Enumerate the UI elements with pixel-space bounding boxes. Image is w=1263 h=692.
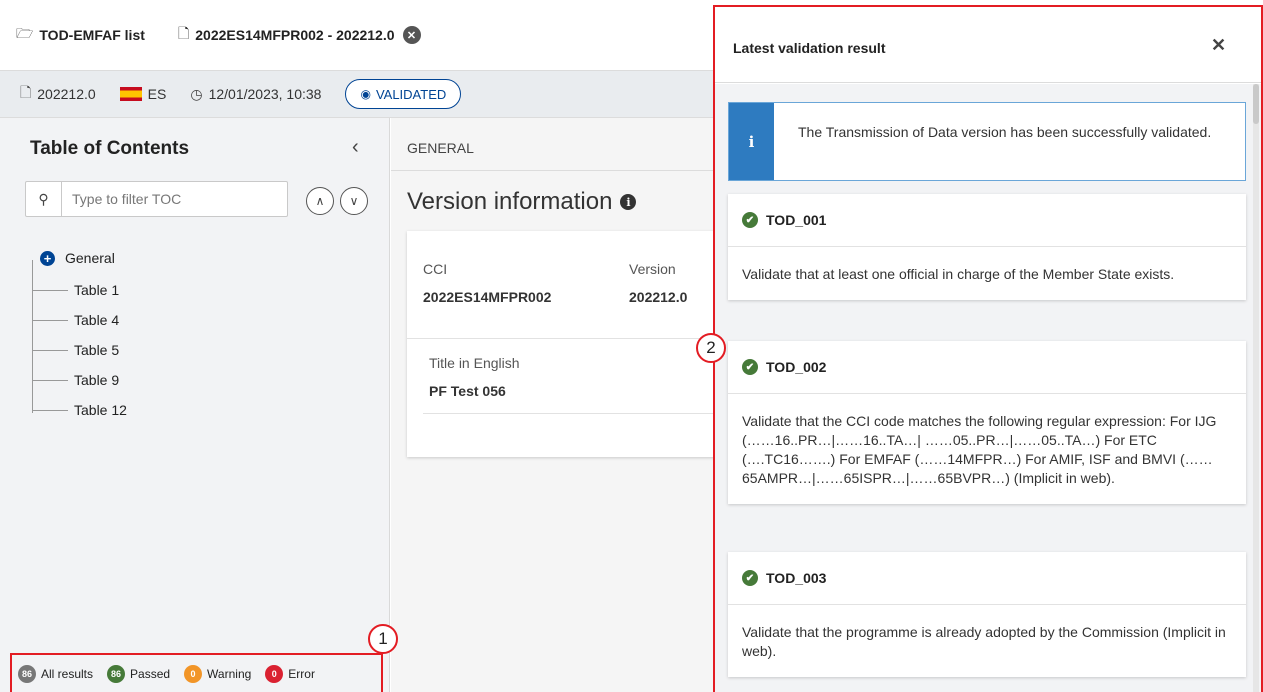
- expand-up-button[interactable]: ∧: [306, 187, 334, 215]
- tab-label: 2022ES14MFPR002 - 202212.0: [195, 27, 395, 43]
- validation-rule-card: ✔ TOD_002 Validate that the CCI code mat…: [728, 341, 1246, 504]
- version-label: Version: [629, 261, 676, 277]
- panel-scrollbar[interactable]: [1253, 84, 1259, 692]
- rule-description: Validate that at least one official in c…: [742, 266, 1175, 282]
- collapse-toc-icon[interactable]: ‹: [352, 136, 359, 159]
- version-number: 202212.0: [37, 86, 96, 102]
- tab-version-detail[interactable]: 🗋 2022ES14MFPR002 - 202212.0 ✕: [178, 0, 421, 70]
- count-badge: 86: [107, 664, 126, 683]
- toc-item-general[interactable]: + General: [40, 246, 115, 270]
- cci-label: CCI: [423, 261, 448, 277]
- timestamp: 12/01/2023, 10:38: [208, 86, 322, 102]
- callout-marker-2: 2: [696, 333, 726, 363]
- rule-description: Validate that the CCI code matches the f…: [742, 413, 1217, 486]
- filter-warning[interactable]: 0 Warning: [184, 664, 251, 683]
- panel-title: Latest validation result: [733, 40, 886, 56]
- toc-item-table-4[interactable]: Table 4: [32, 308, 119, 332]
- check-circle-icon: ✔: [742, 212, 758, 228]
- rule-code: TOD_001: [766, 212, 827, 228]
- rule-code: TOD_002: [766, 359, 827, 375]
- cci-value: 2022ES14MFPR002: [423, 289, 552, 305]
- version-info-card: CCI 2022ES14MFPR002 Version 202212.0 Tit…: [407, 231, 727, 457]
- version-value: 202212.0: [629, 289, 688, 305]
- title-english-label: Title in English: [429, 355, 520, 371]
- spain-flag-icon: [119, 87, 142, 101]
- title-english-value: PF Test 056: [429, 383, 506, 399]
- search-icon: ⚲: [26, 182, 62, 216]
- notice-text: The Transmission of Data version has bee…: [798, 124, 1212, 140]
- country-code: ES: [147, 86, 167, 102]
- timestamp-indicator: ◷ 12/01/2023, 10:38: [190, 86, 321, 103]
- count-badge: 86: [18, 664, 36, 683]
- toc-item-table-1[interactable]: Table 1: [32, 278, 119, 302]
- expand-plus-icon[interactable]: +: [40, 250, 55, 266]
- info-icon[interactable]: i: [620, 194, 637, 210]
- panel-header: Latest validation result ✕: [715, 7, 1261, 83]
- tab-label: TOD-EMFAF list: [39, 27, 145, 43]
- callout-marker-1: 1: [368, 624, 398, 654]
- toc-filter-input[interactable]: [62, 183, 282, 215]
- count-badge: 0: [265, 664, 284, 683]
- page-title: Version information i: [407, 188, 637, 216]
- info-icon: i: [729, 103, 774, 180]
- toc-title: Table of Contents: [30, 138, 190, 159]
- filter-error[interactable]: 0 Error: [265, 664, 315, 683]
- validation-rule-card: ✔ TOD_001 Validate that at least one off…: [728, 194, 1246, 300]
- filter-all-results[interactable]: 86 All results: [18, 664, 93, 683]
- toc-search: ⚲: [25, 181, 288, 217]
- filter-passed[interactable]: 86 Passed: [107, 664, 170, 683]
- check-circle-icon: ✔: [742, 359, 758, 375]
- version-indicator: 🗋 202212.0: [20, 82, 96, 106]
- eye-icon: ◉: [360, 87, 371, 101]
- file-icon: 🗋: [178, 25, 190, 41]
- clock-icon: ◷: [190, 85, 203, 102]
- validation-success-notice: i The Transmission of Data version has b…: [728, 102, 1246, 181]
- panel-body: i The Transmission of Data version has b…: [715, 84, 1261, 692]
- status-validated-button[interactable]: ◉ VALIDATED: [345, 79, 462, 109]
- close-tab-icon[interactable]: ✕: [402, 26, 421, 44]
- count-badge: 0: [184, 664, 203, 683]
- toc-item-table-12[interactable]: Table 12: [32, 398, 127, 422]
- rule-description: Validate that the programme is already a…: [742, 624, 1226, 659]
- status-label: VALIDATED: [375, 86, 447, 102]
- close-icon[interactable]: ✕: [1211, 35, 1226, 56]
- main-content: GENERAL Version information i CCI 2022ES…: [391, 118, 727, 692]
- toc-panel: Table of Contents ‹ ⚲ ∧ ∨ + General Tabl…: [0, 118, 390, 692]
- country-indicator: ES: [119, 86, 167, 102]
- expand-down-button[interactable]: ∨: [340, 187, 368, 215]
- folder-open-icon: 🗁: [16, 25, 34, 41]
- check-circle-icon: ✔: [742, 570, 758, 586]
- validation-result-filters: 86 All results 86 Passed 0 Warning 0 Err…: [10, 653, 383, 692]
- tab-tod-emfaf-list[interactable]: 🗁 TOD-EMFAF list: [16, 0, 145, 70]
- file-icon: 🗋: [20, 84, 32, 100]
- rule-code: TOD_003: [766, 570, 827, 586]
- toc-item-table-9[interactable]: Table 9: [32, 368, 119, 392]
- validation-rule-card: ✔ TOD_003 Validate that the programme is…: [728, 552, 1246, 677]
- breadcrumb: GENERAL: [407, 140, 474, 156]
- toc-item-table-5[interactable]: Table 5: [32, 338, 119, 362]
- validation-result-panel: Latest validation result ✕ i The Transmi…: [713, 5, 1263, 692]
